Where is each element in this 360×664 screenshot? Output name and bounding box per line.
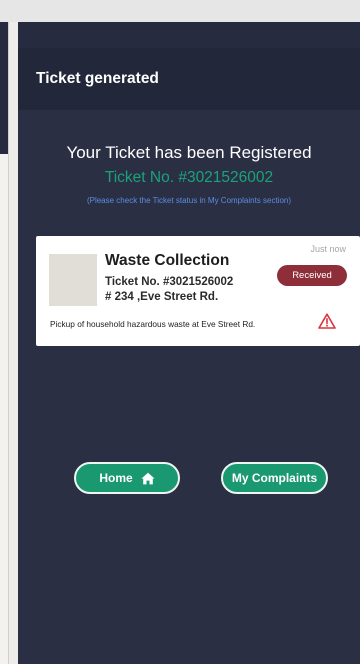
card-title: Waste Collection [105, 252, 230, 269]
card-description: Pickup of household hazardous waste at E… [50, 319, 256, 329]
home-icon [141, 472, 155, 484]
ticket-thumbnail [49, 254, 97, 306]
status-badge: Received [277, 265, 347, 286]
home-button-label: Home [99, 471, 133, 485]
card-ticket-number: Ticket No. #3021526002 [105, 276, 234, 288]
previous-screen-edge [0, 22, 9, 664]
timestamp: Just now [310, 244, 346, 254]
status-note: (Please check the Ticket status in My Co… [86, 196, 292, 205]
ticket-number: Ticket No. #3021526002 [104, 169, 274, 186]
ticket-card[interactable]: Waste Collection Ticket No. #3021526002 … [36, 236, 360, 346]
app-bar-title: Ticket generated [36, 70, 159, 87]
status-bar [18, 22, 360, 48]
my-complaints-button-label: My Complaints [231, 471, 318, 485]
warning-triangle-icon[interactable] [318, 313, 336, 329]
top-strip [0, 0, 360, 22]
my-complaints-button[interactable]: My Complaints [221, 462, 328, 494]
card-address: # 234 ,Eve Street Rd. [105, 291, 219, 303]
app-bar: Ticket generated [18, 48, 360, 110]
confirmation-heading: Your Ticket has been Registered [66, 143, 312, 162]
home-button[interactable]: Home [74, 462, 180, 494]
previous-screen-header [0, 22, 8, 154]
phone-screen: Ticket generated Your Ticket has been Re… [18, 22, 360, 664]
